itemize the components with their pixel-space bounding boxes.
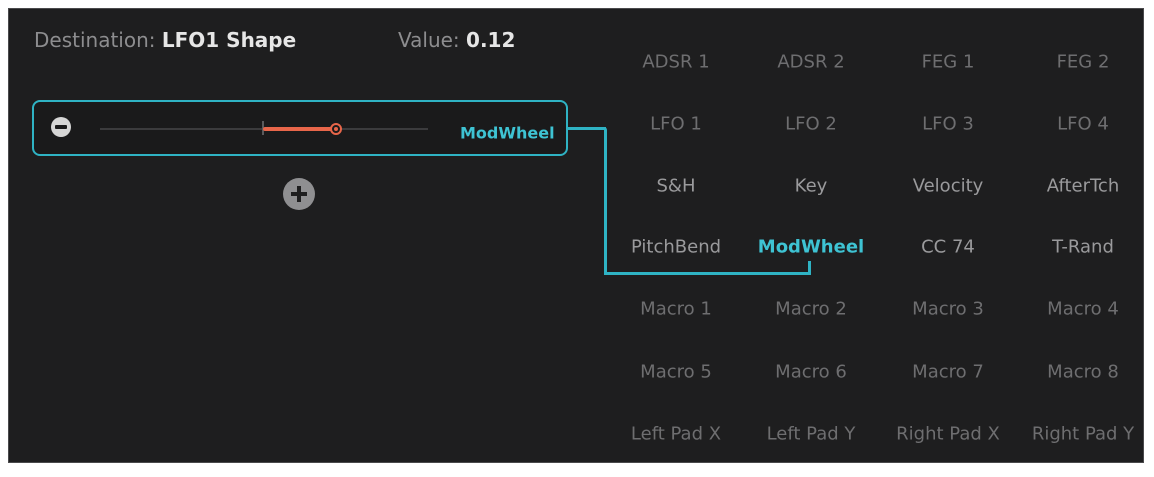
destination-value: LFO1 Shape [161,28,297,52]
source-cc-74[interactable]: CC 74 [878,237,1018,258]
amount-slider-fill [263,127,336,131]
source-lfo-3[interactable]: LFO 3 [878,114,1018,135]
value-label: Value: [398,28,460,52]
destination-header: Destination: LFO1 Shape [34,28,296,52]
source-lfo-1[interactable]: LFO 1 [606,114,746,135]
source-t-rand[interactable]: T-Rand [1013,237,1153,258]
source-macro-5[interactable]: Macro 5 [606,362,746,383]
source-left-pad-x[interactable]: Left Pad X [606,424,746,445]
source-macro-1[interactable]: Macro 1 [606,299,746,320]
connection-wire-h1 [568,127,606,130]
source-left-pad-y[interactable]: Left Pad Y [741,424,881,445]
source-macro-7[interactable]: Macro 7 [878,362,1018,383]
source-macro-4[interactable]: Macro 4 [1013,299,1153,320]
source-velocity[interactable]: Velocity [878,176,1018,197]
value-readout: 0.12 [466,28,516,52]
source-key[interactable]: Key [741,176,881,197]
destination-label: Destination: [34,28,156,52]
source-macro-3[interactable]: Macro 3 [878,299,1018,320]
minus-circle-icon[interactable] [51,117,71,137]
slot-source-label[interactable]: ModWheel [460,124,555,143]
source-feg-2[interactable]: FEG 2 [1013,52,1153,73]
amount-slider-handle[interactable] [330,123,342,135]
source-macro-2[interactable]: Macro 2 [741,299,881,320]
source-adsr-2[interactable]: ADSR 2 [741,52,881,73]
mod-matrix-panel [8,8,1144,463]
source-macro-8[interactable]: Macro 8 [1013,362,1153,383]
source-lfo-2[interactable]: LFO 2 [741,114,881,135]
source-s-h[interactable]: S&H [606,176,746,197]
connection-wire-h2 [604,272,811,275]
source-feg-1[interactable]: FEG 1 [878,52,1018,73]
source-right-pad-x[interactable]: Right Pad X [878,424,1018,445]
source-pitchbend[interactable]: PitchBend [606,237,746,258]
connection-wire-v2 [808,261,811,275]
plus-circle-icon[interactable] [283,178,315,210]
value-header: Value: 0.12 [398,28,515,52]
source-aftertch[interactable]: AfterTch [1013,176,1153,197]
source-modwheel[interactable]: ModWheel [741,237,881,258]
source-macro-6[interactable]: Macro 6 [741,362,881,383]
source-lfo-4[interactable]: LFO 4 [1013,114,1153,135]
source-right-pad-y[interactable]: Right Pad Y [1013,424,1153,445]
source-adsr-1[interactable]: ADSR 1 [606,52,746,73]
